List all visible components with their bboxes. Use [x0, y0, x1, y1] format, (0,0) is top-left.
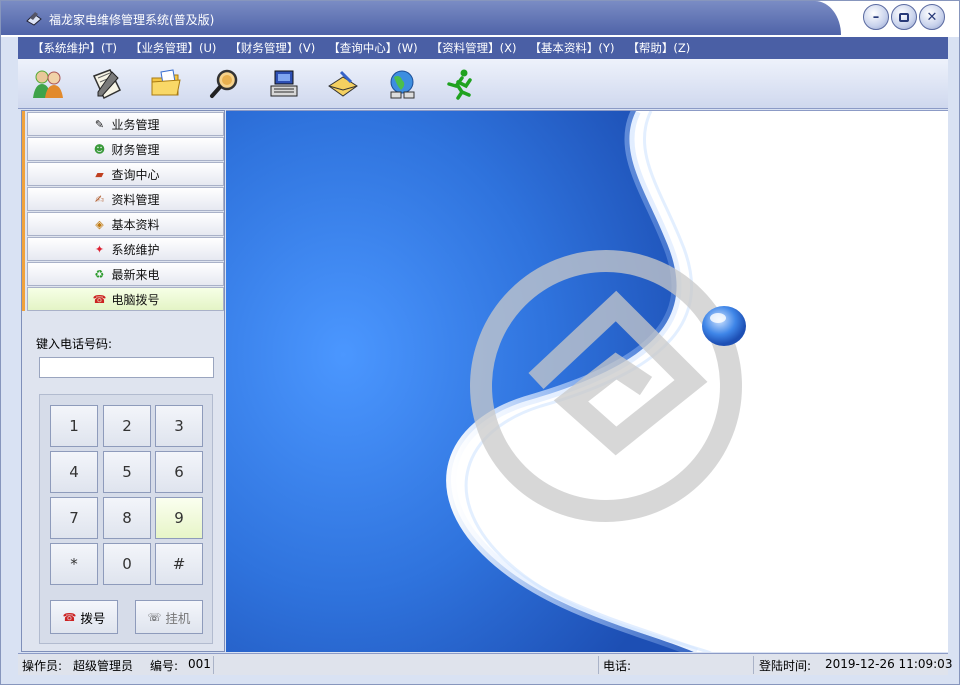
- menu-finance-management[interactable]: 【财务管理】(V): [229, 40, 315, 56]
- dial-button[interactable]: ☎ 拨号: [50, 600, 118, 634]
- dial-number-label: 键入电话号码:: [36, 337, 113, 351]
- toolbar-network-button[interactable]: [382, 64, 422, 104]
- dial-button-label: 拨号: [80, 610, 106, 626]
- toolbar: [18, 59, 948, 109]
- toolbar-users-button[interactable]: [28, 64, 68, 104]
- key-6[interactable]: 6: [155, 451, 203, 493]
- sidebar-item-computer-dial[interactable]: ☎ 电脑拨号: [27, 287, 224, 311]
- key-hash[interactable]: #: [155, 543, 203, 585]
- status-divider: [753, 656, 754, 674]
- sidebar-item-latest-calls[interactable]: ♻ 最新来电: [27, 262, 224, 286]
- sidebar-item-data-management[interactable]: ✍ 资料管理: [27, 187, 224, 211]
- sidebar-item-label: 业务管理: [111, 117, 160, 132]
- key-star[interactable]: *: [50, 543, 98, 585]
- dial-icon: ☎: [92, 292, 107, 306]
- id-label: 编号:: [150, 659, 179, 673]
- hangup-button-label: 挂机: [165, 610, 191, 626]
- title-bar: 福龙家电维修管理系统(普及版) – ✕: [1, 1, 959, 37]
- dial-icon: ☎: [62, 610, 77, 624]
- login-time-value: 2019-12-26 11:09:03: [825, 657, 953, 671]
- status-divider: [598, 656, 599, 674]
- sidebar-item-business-management[interactable]: ✎ 业务管理: [27, 112, 224, 136]
- sidebar-item-label: 基本资料: [111, 217, 160, 232]
- recycle-icon: ♻: [94, 267, 105, 281]
- sidebar-item-label: 查询中心: [111, 167, 160, 182]
- folder-icon: [151, 68, 181, 95]
- notebook-icon: ✍: [94, 192, 105, 206]
- phone-label: 电话:: [603, 659, 632, 673]
- app-logo-icon: [26, 12, 42, 26]
- sidebar-item-query-center[interactable]: ▰ 查询中心: [27, 162, 224, 186]
- menu-query-center[interactable]: 【查询中心】(W): [328, 40, 417, 56]
- toolbar-phone-button[interactable]: [264, 64, 304, 104]
- sidebar-item-label: 系统维护: [111, 242, 160, 257]
- key-8[interactable]: 8: [103, 497, 151, 539]
- menu-business-management[interactable]: 【业务管理】(U): [130, 40, 216, 56]
- key-2[interactable]: 2: [103, 405, 151, 447]
- toolbar-search-button[interactable]: [205, 64, 245, 104]
- key-9[interactable]: 9: [155, 497, 203, 539]
- hangup-icon: ☏: [147, 610, 162, 624]
- operator-value: 超级管理员: [73, 659, 134, 673]
- status-bar: 操作员: 超级管理员 编号: 001 电话: 登陆时间: 2019-12-26 …: [18, 653, 952, 675]
- search-icon: [210, 69, 238, 98]
- sidebar-item-finance-management[interactable]: ☻ 财务管理: [27, 137, 224, 161]
- network-icon: [390, 70, 415, 98]
- key-1[interactable]: 1: [50, 405, 98, 447]
- arrow-icon: ◈: [95, 217, 104, 231]
- toolbar-notebook-button[interactable]: [87, 64, 127, 104]
- sidebar-item-label: 资料管理: [111, 192, 160, 207]
- minimize-icon: –: [872, 9, 880, 25]
- notebook-icon: [92, 68, 122, 99]
- operator-label: 操作员:: [22, 659, 63, 673]
- key-7[interactable]: 7: [50, 497, 98, 539]
- status-divider: [213, 656, 214, 674]
- sidebar-item-label: 电脑拨号: [111, 292, 160, 307]
- app-window: 福龙家电维修管理系统(普及版) – ✕ 【系统维护】(T) 【业务管理】(U) …: [0, 0, 960, 685]
- window-title: 福龙家电维修管理系统(普及版): [49, 13, 215, 27]
- toolbar-folder-button[interactable]: [146, 64, 186, 104]
- menu-bar: 【系统维护】(T) 【业务管理】(U) 【财务管理】(V) 【查询中心】(W) …: [18, 37, 948, 59]
- background-wave-artwork: [226, 111, 948, 652]
- menu-data-management[interactable]: 【资料管理】(X): [431, 40, 517, 56]
- key-5[interactable]: 5: [103, 451, 151, 493]
- sidebar-item-basic-data[interactable]: ◈ 基本资料: [27, 212, 224, 236]
- mail-icon: [328, 70, 358, 97]
- toolbar-exit-button[interactable]: [441, 64, 481, 104]
- id-value: 001: [188, 657, 211, 671]
- login-time-label: 登陆时间:: [759, 659, 812, 673]
- key-4[interactable]: 4: [50, 451, 98, 493]
- toolbar-mail-button[interactable]: [323, 64, 363, 104]
- close-button[interactable]: ✕: [919, 4, 945, 30]
- menu-basic-data[interactable]: 【基本资料】(Y): [529, 40, 614, 56]
- phone-icon: [270, 70, 298, 96]
- menu-help[interactable]: 【帮助】(Z): [627, 40, 690, 56]
- sidebar-item-label: 最新来电: [111, 267, 160, 282]
- sidebar-item-system-maintenance[interactable]: ✦ 系统维护: [27, 237, 224, 261]
- minimize-button[interactable]: –: [863, 4, 889, 30]
- title-tab: 福龙家电维修管理系统(普及版): [1, 1, 841, 35]
- pencil-icon: ✎: [94, 117, 105, 131]
- book-icon: ▰: [95, 167, 104, 181]
- sidebar-item-label: 财务管理: [111, 142, 160, 157]
- phone-number-input[interactable]: [39, 357, 214, 378]
- menu-system-maintenance[interactable]: 【系统维护】(T): [32, 40, 117, 56]
- hangup-button[interactable]: ☏ 挂机: [135, 600, 203, 634]
- restore-icon: [899, 12, 909, 22]
- tools-icon: ✦: [94, 242, 105, 256]
- users-icon: ☻: [93, 142, 106, 156]
- restore-button[interactable]: [891, 4, 917, 30]
- key-0[interactable]: 0: [103, 543, 151, 585]
- close-icon: ✕: [926, 9, 938, 25]
- users-icon: [33, 70, 63, 98]
- key-3[interactable]: 3: [155, 405, 203, 447]
- main-background-area: [226, 110, 948, 652]
- left-navigation-panel: ✎ 业务管理 ☻ 财务管理 ▰ 查询中心 ✍ 资料管理 ◈ 基本资料 ✦ 系统维…: [21, 110, 225, 652]
- exit-runner-icon: [447, 69, 472, 100]
- dial-keypad: 1 2 3 4 5 6 7 8 9 * 0 # ☎ 拨号 ☏ 挂机: [39, 394, 213, 644]
